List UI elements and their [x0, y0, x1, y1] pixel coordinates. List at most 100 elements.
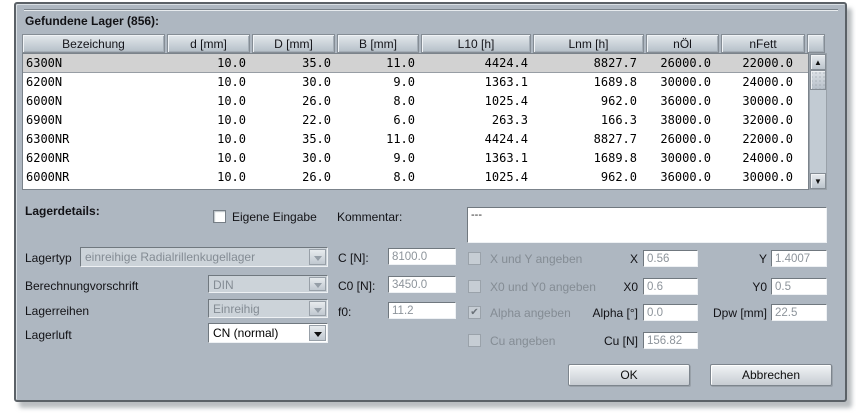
- cell-bezeichung: 6200NR: [23, 149, 168, 168]
- y-input: [771, 250, 827, 267]
- cell-B: 9.0: [338, 73, 422, 92]
- cell-bezeichung: 6200N: [23, 73, 168, 92]
- arrow-down-icon: ▼: [811, 174, 825, 189]
- cell-nfett: 24000.0: [722, 149, 808, 168]
- f0-label: f0:: [338, 305, 351, 319]
- bearing-table: Bezeichung d [mm] D [mm] B [mm] L10 [h] …: [22, 34, 828, 190]
- eigene-eingabe-label: Eigene Eingabe: [232, 210, 317, 224]
- berechnungvorschrift-label: Berechnungvorschrift: [25, 279, 138, 293]
- eigene-eingabe-checkbox[interactable]: [213, 210, 226, 223]
- table-row[interactable]: 6200NR 10.0 30.0 9.0 1363.1 1689.8 30000…: [23, 149, 808, 168]
- scroll-down-button[interactable]: ▼: [810, 173, 826, 189]
- column-header-filler: [807, 34, 825, 53]
- cell-l10: 1363.1: [422, 73, 534, 92]
- cell-noel: 30000.0: [647, 149, 722, 168]
- c-label: C [N]:: [338, 251, 369, 265]
- column-header-nfett[interactable]: nFett: [721, 34, 805, 53]
- cancel-button[interactable]: Abbrechen: [710, 364, 832, 386]
- kommentar-textarea[interactable]: ---: [467, 207, 827, 243]
- cell-d: 10.0: [168, 111, 253, 130]
- kommentar-label: Kommentar:: [337, 210, 402, 224]
- arrow-up-icon: ▲: [811, 55, 825, 70]
- column-header-B[interactable]: B [mm]: [337, 34, 419, 53]
- lagertyp-dropdown-button: [309, 249, 326, 265]
- cell-d: 10.0: [168, 73, 253, 92]
- c0-input: [388, 276, 456, 293]
- column-header-l10[interactable]: L10 [h]: [421, 34, 531, 53]
- table-row[interactable]: 6000N 10.0 26.0 8.0 1025.4 962.0 36000.0…: [23, 92, 808, 111]
- scroll-up-button[interactable]: ▲: [810, 54, 826, 70]
- column-header-noel[interactable]: nÖl: [646, 34, 719, 53]
- cell-lnm: 8827.7: [534, 54, 647, 72]
- cell-bezeichung: 6900N: [23, 111, 168, 130]
- cell-l10: 1025.4: [422, 92, 534, 111]
- cell-d: 10.0: [168, 149, 253, 168]
- cell-B: 11.0: [338, 54, 422, 72]
- lagerluft-select[interactable]: CN (normal): [208, 323, 328, 343]
- alpha-checkbox: [468, 306, 481, 319]
- table-row[interactable]: 6000NR 10.0 26.0 8.0 1025.4 962.0 36000.…: [23, 168, 808, 187]
- table-row[interactable]: 6300N 10.0 35.0 11.0 4424.4 8827.7 26000…: [23, 54, 808, 73]
- cell-lnm: 962.0: [534, 168, 647, 187]
- f0-input: [388, 302, 456, 319]
- cell-noel: 36000.0: [647, 168, 722, 187]
- x0y0-checkbox: [468, 280, 481, 293]
- lagerluft-value: CN (normal): [213, 325, 307, 341]
- lagerluft-dropdown-button[interactable]: [309, 325, 326, 341]
- chevron-down-icon: [314, 256, 322, 261]
- cell-bezeichung: 6300NR: [23, 130, 168, 149]
- cell-B: 9.0: [338, 149, 422, 168]
- cell-d: 10.0: [168, 54, 253, 72]
- chevron-down-icon: [314, 283, 322, 288]
- table-scrollbar[interactable]: ▲ ▼: [809, 53, 827, 190]
- cell-d: 10.0: [168, 92, 253, 111]
- x-label: X: [536, 252, 638, 266]
- cell-D: 26.0: [253, 92, 338, 111]
- column-header-bezeichung[interactable]: Bezeichung: [22, 34, 165, 53]
- lagertyp-select: einreihige Radialrillenkugellager: [80, 247, 328, 267]
- column-header-d[interactable]: d [mm]: [167, 34, 250, 53]
- cell-lnm: 1689.8: [534, 149, 647, 168]
- cell-B: 8.0: [338, 168, 422, 187]
- lagertyp-value: einreihige Radialrillenkugellager: [85, 249, 307, 265]
- lagerreihen-select: Einreihig: [208, 299, 328, 318]
- cell-l10: 1025.4: [422, 168, 534, 187]
- chevron-down-icon: [314, 332, 322, 337]
- cell-bezeichung: 6000NR: [23, 168, 168, 187]
- cell-D: 22.0: [253, 111, 338, 130]
- dpw-label: Dpw [mm]: [666, 306, 767, 320]
- cell-l10: 4424.4: [422, 130, 534, 149]
- cell-nfett: 32000.0: [722, 111, 808, 130]
- cu-checkbox: [468, 334, 481, 347]
- table-row[interactable]: 6300NR 10.0 35.0 11.0 4424.4 8827.7 2600…: [23, 130, 808, 149]
- top-separator: [24, 9, 838, 11]
- cell-l10: 263.3: [422, 111, 534, 130]
- lagerreihen-dropdown-button: [309, 301, 326, 316]
- scrollbar-thumb[interactable]: [810, 70, 826, 90]
- cell-B: 6.0: [338, 111, 422, 130]
- cell-lnm: 1689.8: [534, 73, 647, 92]
- berechnungvorschrift-select: DIN: [208, 275, 328, 293]
- column-header-D[interactable]: D [mm]: [252, 34, 335, 53]
- cell-l10: 4424.4: [422, 54, 534, 72]
- berechnungvorschrift-dropdown-button: [309, 277, 326, 291]
- dpw-input: [771, 304, 827, 321]
- cell-lnm: 962.0: [534, 92, 647, 111]
- cell-bezeichung: 6000N: [23, 92, 168, 111]
- column-header-lnm[interactable]: Lnm [h]: [533, 34, 644, 53]
- cell-B: 8.0: [338, 92, 422, 111]
- cell-noel: 30000.0: [647, 73, 722, 92]
- cell-nfett: 22000.0: [722, 130, 808, 149]
- dialog-window: Gefundene Lager (856): Bezeichung d [mm]…: [14, 2, 847, 402]
- cell-lnm: 8827.7: [534, 130, 647, 149]
- table-row[interactable]: 6900N 10.0 22.0 6.0 263.3 166.3 38000.0 …: [23, 111, 808, 130]
- cell-noel: 38000.0: [647, 111, 722, 130]
- cell-noel: 26000.0: [647, 130, 722, 149]
- table-row[interactable]: 6200N 10.0 30.0 9.0 1363.1 1689.8 30000.…: [23, 73, 808, 92]
- alpha-label: Alpha [°]: [536, 306, 638, 320]
- cell-D: 35.0: [253, 130, 338, 149]
- cell-D: 30.0: [253, 73, 338, 92]
- c-input: [388, 248, 456, 265]
- cell-D: 35.0: [253, 54, 338, 72]
- ok-button[interactable]: OK: [568, 364, 690, 386]
